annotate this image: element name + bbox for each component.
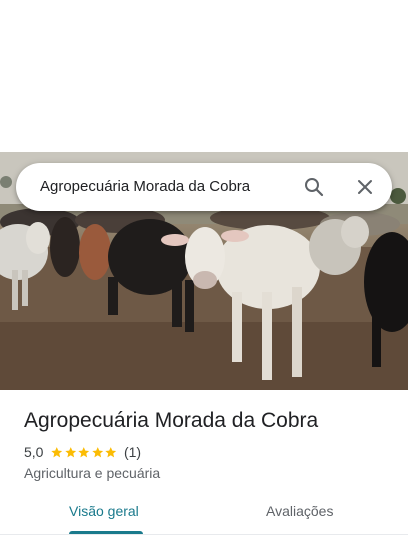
- place-title: Agropecuária Morada da Cobra: [24, 409, 319, 432]
- search-bar[interactable]: Agropecuária Morada da Cobra: [16, 163, 392, 211]
- rating-row[interactable]: 5,0 (1): [24, 443, 141, 461]
- star-icon: [92, 446, 104, 457]
- rating-value: 5,0: [24, 444, 44, 460]
- star-icon: [105, 446, 117, 457]
- place-category: Agricultura e pecuária: [24, 465, 161, 481]
- star-icon: [78, 446, 90, 457]
- search-input[interactable]: Agropecuária Morada da Cobra: [40, 178, 250, 195]
- star-icon: [65, 446, 77, 457]
- search-icon[interactable]: [302, 175, 326, 199]
- tab-reviews[interactable]: Avaliações: [266, 503, 333, 519]
- map-area-blank: [0, 0, 408, 152]
- review-count[interactable]: (1): [124, 444, 141, 460]
- star-rating: [50, 446, 118, 459]
- close-icon[interactable]: [353, 175, 377, 199]
- star-icon: [51, 446, 63, 457]
- tab-overview[interactable]: Visão geral: [69, 503, 139, 519]
- tabs-divider: [0, 534, 408, 535]
